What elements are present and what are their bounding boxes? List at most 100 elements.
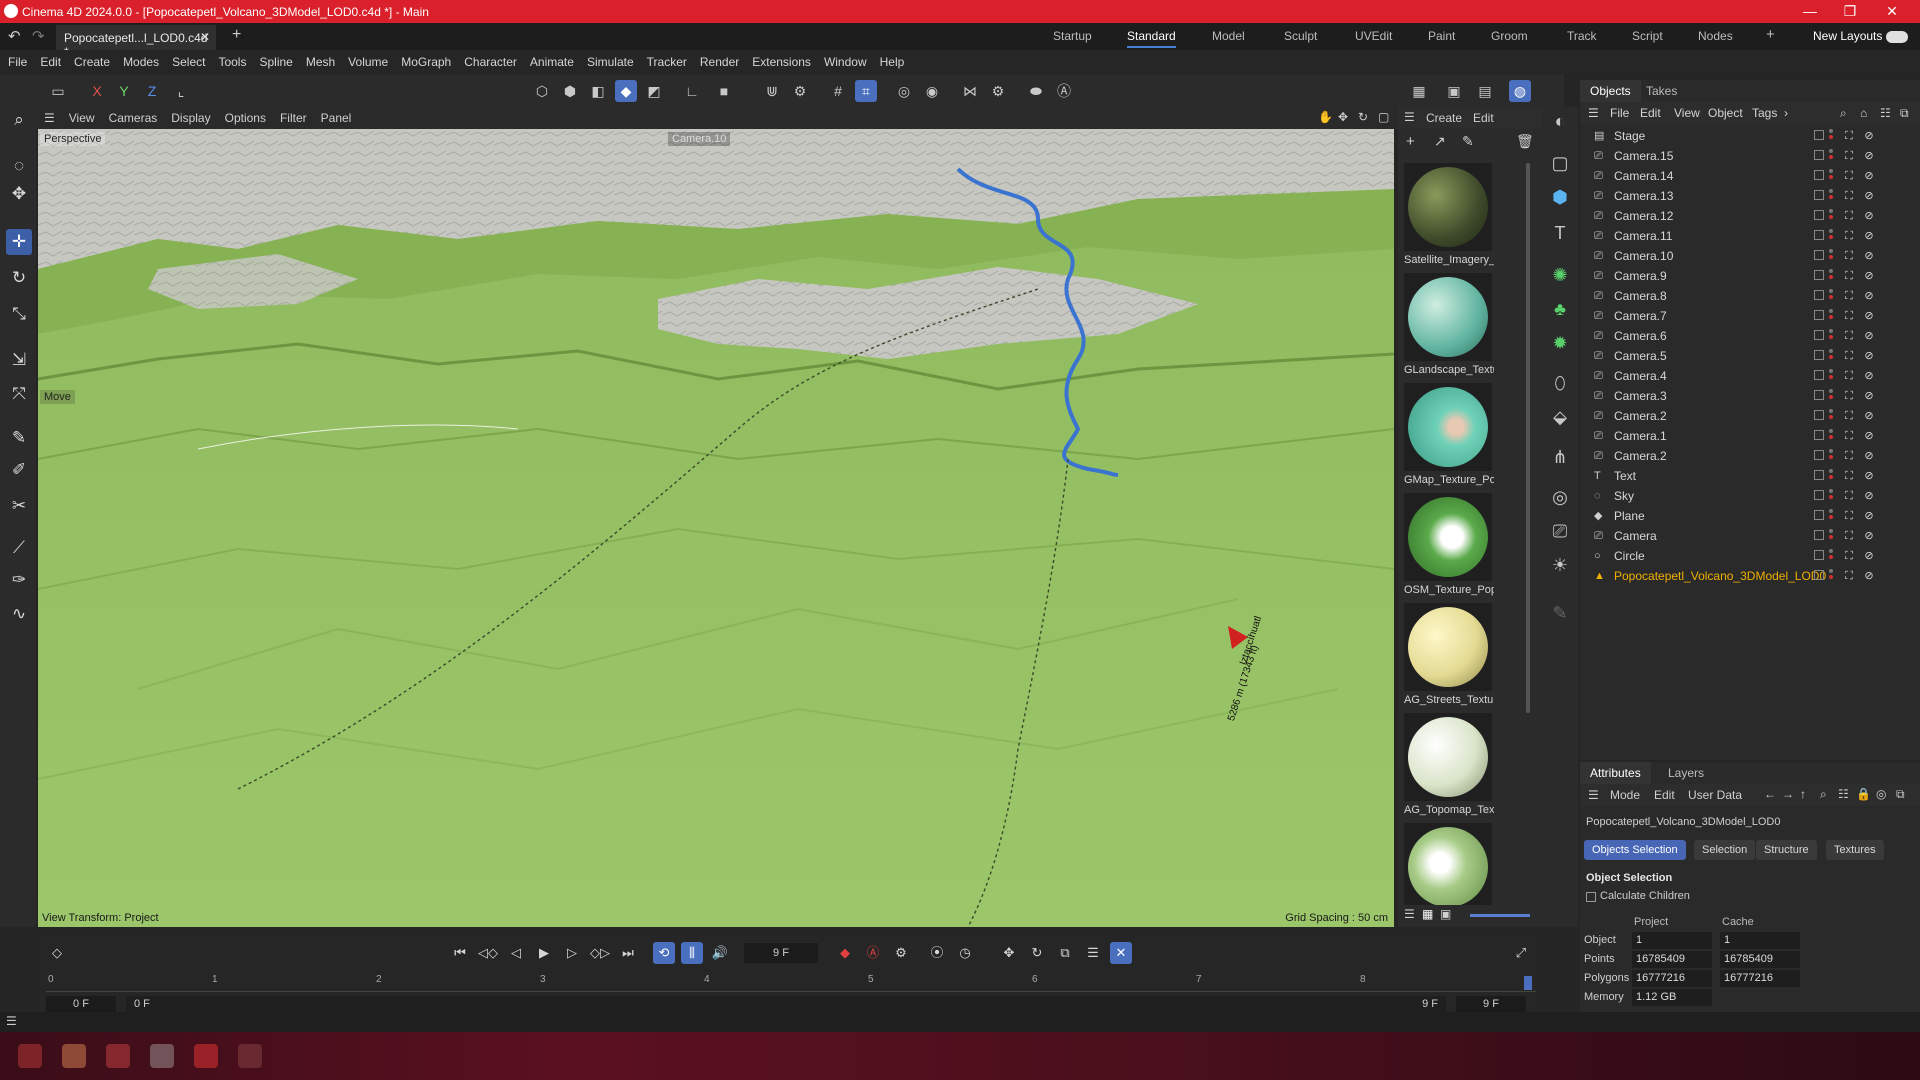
layer-checkbox[interactable]	[1814, 230, 1824, 240]
layer-checkbox[interactable]	[1814, 290, 1824, 300]
grid-view-icon[interactable]: ▦	[1422, 907, 1433, 921]
lock-icon[interactable]: 🔒	[1856, 787, 1871, 801]
scale-tool-icon[interactable]: ⤡	[6, 301, 32, 327]
protection-tag-icon[interactable]: ⊘	[1862, 429, 1876, 443]
record-icon[interactable]: ◆	[834, 942, 856, 964]
tag-icon[interactable]: ⛶	[1842, 269, 1856, 283]
object-row[interactable]: ⎚ Camera.1 ⛶ ⊘	[1580, 426, 1920, 446]
spline-pen-icon[interactable]: ✎	[6, 425, 32, 451]
attr-new-window-icon[interactable]: ⧉	[1896, 787, 1905, 802]
model-mode-icon[interactable]: ◆	[615, 80, 637, 102]
axis-mode-icon[interactable]: ∟	[681, 80, 703, 102]
tab-attributes[interactable]: Attributes	[1580, 762, 1651, 784]
layer-checkbox[interactable]	[1814, 330, 1824, 340]
axis-z-button[interactable]: Z	[141, 80, 163, 102]
edges-mode-icon[interactable]: ⬢	[559, 80, 581, 102]
visibility-dots[interactable]	[1829, 249, 1833, 263]
menu-file[interactable]: File	[8, 55, 27, 69]
menu-tools[interactable]: Tools	[218, 55, 246, 69]
up-arrow-icon[interactable]: ↑	[1800, 787, 1806, 801]
object-row[interactable]: ▤ Stage ⛶ ⊘	[1580, 126, 1920, 146]
menu-modes[interactable]: Modes	[123, 55, 159, 69]
current-frame-field[interactable]: 9 F	[744, 943, 818, 963]
coordinate-system-icon[interactable]: ⌞	[170, 80, 192, 102]
visibility-dots[interactable]	[1829, 289, 1833, 303]
tag-icon[interactable]: ✎	[1546, 599, 1574, 627]
previous-frame-icon[interactable]: ◁	[505, 942, 527, 964]
taskbar-app-icon[interactable]	[238, 1044, 262, 1068]
key-scale-icon[interactable]: ✥	[998, 942, 1020, 964]
object-row[interactable]: ○ Circle ⛶ ⊘	[1580, 546, 1920, 566]
search-icon[interactable]: ⌕	[1840, 106, 1847, 121]
protection-tag-icon[interactable]: ⊘	[1862, 449, 1876, 463]
knife-tool-icon[interactable]: ✂	[6, 493, 32, 519]
protection-tag-icon[interactable]: ⊘	[1862, 229, 1876, 243]
layer-checkbox[interactable]	[1814, 490, 1824, 500]
protection-tag-icon[interactable]: ⊘	[1862, 369, 1876, 383]
material-menu-create[interactable]: Create	[1426, 111, 1462, 125]
solo-icon[interactable]: ■	[713, 80, 735, 102]
layer-checkbox[interactable]	[1814, 310, 1824, 320]
workplane-icon[interactable]: ⌗	[855, 80, 877, 102]
viewport-maximize-icon[interactable]: ▢	[1378, 110, 1389, 124]
key-pla-icon[interactable]: ⧉	[1054, 942, 1076, 964]
object-menu-file[interactable]: File	[1610, 106, 1629, 120]
layout-tab-startup[interactable]: Startup	[1053, 29, 1092, 43]
menu-extensions[interactable]: Extensions	[752, 55, 811, 69]
viewport-hamburger-icon[interactable]: ☰	[44, 111, 55, 125]
tag-icon[interactable]: ⛶	[1842, 209, 1856, 223]
generator-icon[interactable]: ✺	[1546, 261, 1574, 289]
multi-transform-icon[interactable]: ⤧	[6, 381, 32, 407]
layout-tab-script[interactable]: Script	[1632, 29, 1663, 43]
layer-checkbox[interactable]	[1814, 370, 1824, 380]
viewport-menu-options[interactable]: Options	[225, 111, 266, 125]
menu-help[interactable]: Help	[880, 55, 905, 69]
material-unnamed[interactable]	[1404, 823, 1492, 905]
subtab-textures[interactable]: Textures	[1826, 840, 1884, 860]
play-icon[interactable]: ▶	[533, 942, 555, 964]
tag-icon[interactable]: ⛶	[1842, 489, 1856, 503]
protection-tag-icon[interactable]: ⊘	[1862, 209, 1876, 223]
cloner-icon[interactable]: ♣	[1546, 295, 1574, 323]
axis-y-button[interactable]: Y	[113, 80, 135, 102]
object-row[interactable]: ◌ Sky ⛶ ⊘	[1580, 486, 1920, 506]
layout-tab-standard[interactable]: Standard	[1127, 29, 1176, 48]
object-manager-icon[interactable]: ▭	[47, 80, 69, 102]
menu-simulate[interactable]: Simulate	[587, 55, 634, 69]
object-row[interactable]: ⎚ Camera.3 ⛶ ⊘	[1580, 386, 1920, 406]
menu-window[interactable]: Window	[824, 55, 867, 69]
filter-icon[interactable]: ☷	[1880, 106, 1891, 120]
protection-tag-icon[interactable]: ⊘	[1862, 569, 1876, 583]
playhead[interactable]	[1524, 976, 1532, 990]
attr-menu-edit[interactable]: Edit	[1654, 788, 1675, 802]
layer-checkbox[interactable]	[1814, 250, 1824, 260]
add-tab-icon[interactable]: +	[232, 26, 241, 44]
object-row[interactable]: ⎚ Camera.8 ⛶ ⊘	[1580, 286, 1920, 306]
layer-checkbox[interactable]	[1814, 550, 1824, 560]
loop-icon[interactable]: ⟲	[653, 942, 675, 964]
end-frame-field[interactable]: 9 F	[1456, 996, 1526, 1012]
timeline-graph-icon[interactable]: ⤢	[1510, 942, 1532, 964]
points-mode-icon[interactable]: ⬡	[531, 80, 553, 102]
menu-animate[interactable]: Animate	[530, 55, 574, 69]
tag-icon[interactable]: ⛶	[1842, 369, 1856, 383]
layer-checkbox[interactable]	[1814, 150, 1824, 160]
autokey-icon[interactable]: Ⓐ	[862, 942, 884, 964]
spline-object-icon[interactable]: ▢	[1546, 149, 1574, 177]
polygons-mode-icon[interactable]: ◧	[587, 80, 609, 102]
new-layouts-label[interactable]: New Layouts	[1813, 29, 1882, 43]
viewport-menu-filter[interactable]: Filter	[280, 111, 307, 125]
material-gmap[interactable]: GMap_Texture_Po	[1404, 383, 1494, 487]
taskbar-app-icon[interactable]	[62, 1044, 86, 1068]
go-to-end-icon[interactable]: ⏭	[617, 942, 639, 964]
list-view-icon[interactable]: ☰	[1404, 907, 1415, 921]
protection-tag-icon[interactable]: ⊘	[1862, 289, 1876, 303]
layer-checkbox[interactable]	[1814, 450, 1824, 460]
layer-checkbox[interactable]	[1814, 270, 1824, 280]
symmetry-icon[interactable]: ⋈	[959, 80, 981, 102]
visibility-dots[interactable]	[1829, 429, 1833, 443]
menu-edit[interactable]: Edit	[40, 55, 61, 69]
render-settings-icon[interactable]: ◉	[921, 80, 943, 102]
protection-tag-icon[interactable]: ⊘	[1862, 529, 1876, 543]
subtab-objects-selection[interactable]: Objects Selection	[1584, 840, 1686, 860]
